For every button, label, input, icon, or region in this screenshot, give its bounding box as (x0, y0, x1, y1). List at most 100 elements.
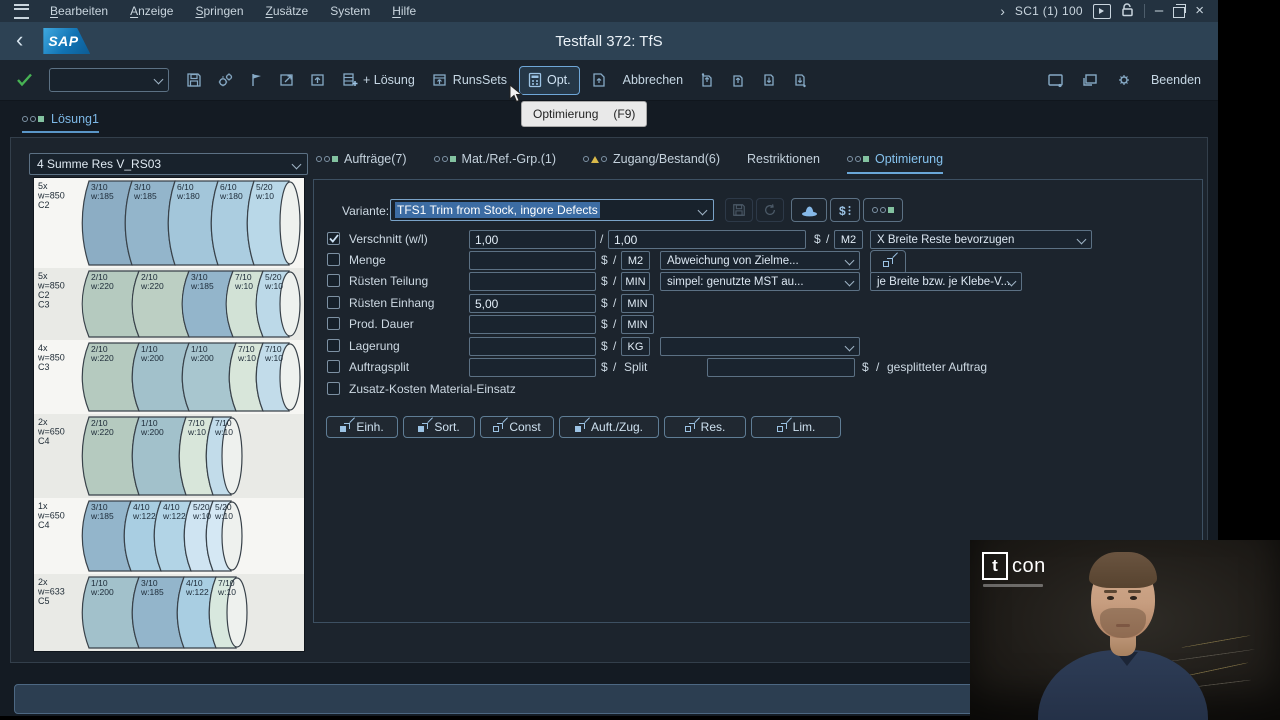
variante-refresh-button[interactable] (756, 198, 784, 222)
auftragsplit-checkbox[interactable] (327, 360, 340, 373)
menu-item-hilfe[interactable]: Hilfe (381, 4, 427, 18)
menge-input[interactable] (469, 251, 596, 270)
chevron-down-icon (844, 255, 855, 266)
gear-icon[interactable] (1112, 68, 1136, 92)
menu-item-system[interactable]: System (319, 4, 381, 18)
mst-mode-dropdown[interactable]: simpel: genutzte MST au... (660, 272, 860, 291)
menu-item-bearbeiten[interactable]: Bearbeiten (39, 4, 119, 18)
save-icon[interactable] (182, 68, 206, 92)
svg-text:w:220: w:220 (90, 281, 114, 291)
abbrechen-button[interactable]: Abbrechen (618, 73, 688, 87)
ruesten-einhang-checkbox[interactable] (327, 296, 340, 309)
svg-text:$: $ (839, 204, 846, 218)
doc-upload-star-icon[interactable] (695, 68, 719, 92)
button-einh-[interactable]: Einh. (326, 416, 398, 438)
auftragsplit-input[interactable] (469, 358, 596, 377)
tab-auftr-ge-7-[interactable]: Aufträge(7) (316, 152, 407, 174)
svg-text:w:122: w:122 (185, 587, 209, 597)
ruesten-teilung-checkbox[interactable] (327, 274, 340, 287)
minimize-button[interactable]: – (1155, 3, 1163, 18)
prod-dauer-checkbox[interactable] (327, 317, 340, 330)
auftragsplit-cost-input[interactable] (707, 358, 855, 377)
tooltip-shortcut: (F9) (613, 107, 636, 121)
svg-text:5x: 5x (38, 271, 48, 281)
person-brow (1128, 590, 1141, 593)
command-field[interactable] (49, 68, 169, 92)
menge-checkbox[interactable] (327, 253, 340, 266)
runssets-button[interactable]: RunsSets (427, 72, 512, 88)
publish-doc-icon[interactable] (587, 68, 611, 92)
button-auft-zug-[interactable]: Auft./Zug. (559, 416, 659, 438)
currency-sort-button[interactable]: $ (830, 198, 860, 222)
doc-upload-icon[interactable] (726, 68, 750, 92)
lagerung-dropdown[interactable] (660, 337, 860, 356)
lagerung-input[interactable] (469, 337, 596, 356)
optimize-button[interactable]: Opt. (519, 65, 580, 95)
button-label: Einh. (356, 420, 384, 434)
verschnitt-l-input[interactable] (608, 230, 806, 249)
variante-combobox[interactable]: TFS1 Trim from Stock, ingore Defects (390, 199, 714, 221)
close-button[interactable]: × (1195, 3, 1204, 18)
button-label: Auft./Zug. (590, 420, 644, 434)
unlock-icon[interactable] (1121, 2, 1134, 20)
table-up-icon[interactable] (306, 68, 330, 92)
abweichung-dropdown[interactable]: Abweichung von Zielme... (660, 251, 860, 270)
menu-item-anzeige[interactable]: Anzeige (119, 4, 184, 18)
svg-text:w=650: w=650 (37, 511, 65, 521)
ruesten-teilung-input[interactable] (469, 272, 596, 291)
wizard-hat-button[interactable] (791, 198, 827, 222)
zusatzkosten-checkbox[interactable] (327, 382, 340, 395)
verschnitt-checkbox[interactable] (327, 232, 340, 245)
ruesten-einhang-unit: MIN (621, 294, 654, 313)
per-separator: / (613, 296, 617, 310)
prod-dauer-input[interactable] (469, 315, 596, 334)
per-separator: / (613, 317, 617, 331)
reste-option-dropdown[interactable]: X Breite Reste bevorzugen (870, 230, 1092, 249)
variante-save-button[interactable] (725, 198, 753, 222)
button-const[interactable]: Const (480, 416, 554, 438)
circle-triangle-icon (583, 155, 607, 163)
result-set-dropdown[interactable]: 4 Summe Res V_RS03 (29, 153, 308, 175)
square-arrow-icon (883, 258, 893, 267)
svg-text:w:185: w:185 (90, 511, 114, 521)
button-lim-[interactable]: Lim. (751, 416, 841, 438)
restore-window-button[interactable] (1173, 3, 1187, 18)
doc-download-star-icon[interactable] (788, 68, 812, 92)
verschnitt-unit: M2 (834, 230, 863, 249)
tab-optimierung[interactable]: Optimierung (846, 152, 944, 174)
menu-item-zusätze[interactable]: Zusätze (255, 4, 320, 18)
verschnitt-w-input[interactable] (469, 230, 596, 249)
menu-item-springen[interactable]: Springen (184, 4, 254, 18)
doc-download-icon[interactable] (757, 68, 781, 92)
lagerung-unit: KG (621, 337, 650, 356)
lagerung-checkbox[interactable] (327, 339, 340, 352)
solution-icon (22, 116, 44, 122)
page-title: Testfall 372: TfS (555, 32, 663, 50)
add-solution-button[interactable]: + Lösung (337, 72, 420, 88)
svg-text:w:220: w:220 (90, 427, 114, 437)
hamburger-menu-icon[interactable] (14, 3, 29, 19)
export-grid-icon[interactable] (275, 68, 299, 92)
button-res-[interactable]: Res. (664, 416, 746, 438)
per-separator: / (826, 232, 830, 246)
button-sort-[interactable]: Sort. (403, 416, 475, 438)
confirm-check-icon[interactable] (12, 68, 36, 92)
flag-icon[interactable] (244, 68, 268, 92)
beenden-button[interactable]: Beenden (1146, 73, 1206, 87)
forward-chevron-icon[interactable]: › (1000, 3, 1005, 19)
lagerung-label: Lagerung (349, 339, 400, 353)
svg-text:w:10: w:10 (187, 427, 206, 437)
solution-view-button[interactable] (863, 198, 903, 222)
video-record-icon[interactable] (1092, 3, 1111, 19)
tab-restriktionen[interactable]: Restriktionen (747, 152, 820, 174)
ruesten-einhang-label: Rüsten Einhang (349, 296, 435, 310)
tab-mat-ref-grp-1-[interactable]: Mat./Ref.-Grp.(1) (433, 152, 556, 174)
new-window-icon[interactable] (1044, 68, 1068, 92)
breite-klebe-dropdown[interactable]: je Breite bzw. je Klebe-V... (870, 272, 1022, 291)
overlap-windows-icon[interactable] (1078, 68, 1102, 92)
tab-loesung1[interactable]: Lösung1 (22, 112, 99, 133)
svg-text:C3: C3 (38, 362, 50, 372)
settings-gears-icon[interactable] (213, 68, 237, 92)
tab-zugang-bestand-6-[interactable]: Zugang/Bestand(6) (583, 152, 720, 174)
ruesten-einhang-input[interactable] (469, 294, 596, 313)
